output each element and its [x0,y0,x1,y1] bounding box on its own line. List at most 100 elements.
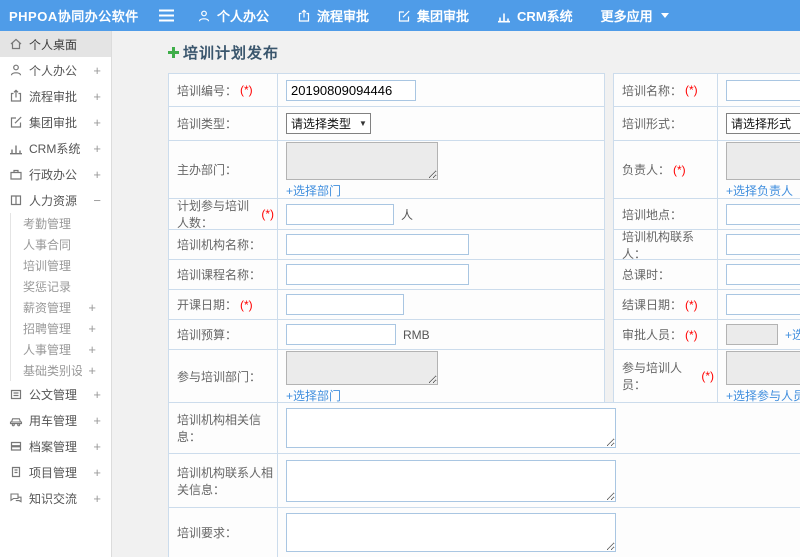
sidebar-item-base-category[interactable]: 基础类别设置+ [11,360,111,381]
sidebar-item-hr-contract[interactable]: 人事合同 [11,234,111,255]
select-join-people-link[interactable]: +选择参与人员 [726,387,800,404]
field-label: 培训名称： [622,83,683,98]
flow-export-icon [298,8,310,22]
training-no-input[interactable] [286,79,416,101]
sidebar-item-vehicle[interactable]: 用车管理 + [0,407,111,433]
car-icon [9,418,23,427]
form-row: 培训要求： [169,508,800,557]
start-date-input[interactable] [286,294,404,315]
sidebar-item-admin-office[interactable]: 行政办公 + [0,161,111,187]
topnav-label: 集团审批 [417,9,470,24]
sidebar-item-recruit[interactable]: 招聘管理 + [11,318,111,339]
org-contact-info-textarea[interactable] [286,459,616,502]
user-icon [198,10,210,21]
join-depts-textarea[interactable] [286,350,438,385]
topnav-workflow-approval[interactable]: 流程审批 [297,6,369,25]
planned-count-input[interactable] [286,203,394,225]
sidebar-item-hr[interactable]: 人力资源 − [0,187,111,213]
expand-plus-icon: + [88,321,96,336]
field-label: 参与培训部门： [177,369,262,384]
field-label: 负责人： [622,163,671,177]
training-name-input[interactable] [726,79,800,101]
leader-textarea[interactable] [726,142,800,180]
expand-plus-icon: + [93,166,101,182]
field-label: 结课日期： [622,298,683,312]
field-label: 培训机构联系人： [622,229,695,261]
sidebar-item-workflow-approval[interactable]: 流程审批 + [0,83,111,109]
org-contact-input[interactable] [726,234,800,255]
chat-icon [10,493,22,503]
required-marker: (*) [685,83,698,97]
edit-square-icon [398,10,410,22]
sidebar-item-personnel[interactable]: 人事管理 + [11,339,111,360]
select-dept-link[interactable]: +选择部门 [286,182,341,199]
expand-plus-icon: + [93,114,101,130]
form-row: 参与培训部门： +选择部门 [169,350,604,404]
total-hours-input[interactable] [726,264,800,285]
form-row: 培训地点： [614,199,800,230]
sidebar-item-salary[interactable]: 薪资管理 + [11,297,111,318]
form-row: 培训机构联系人相关信息： [169,454,800,508]
field-label: 培训预算： [177,328,238,342]
sidebar-item-archive[interactable]: 档案管理 + [0,433,111,459]
host-dept-textarea[interactable] [286,142,438,180]
form-row: 结课日期： (*) [614,290,800,320]
collapse-minus-icon: − [93,192,101,208]
sidebar-item-crm[interactable]: CRM系统 + [0,135,111,161]
expand-plus-icon: + [93,88,101,104]
user-icon [10,64,22,76]
sidebar-item-project[interactable]: 项目管理 + [0,459,111,485]
approver-box[interactable] [726,324,778,345]
course-name-input[interactable] [286,264,469,285]
sidebar-item-personal-office[interactable]: 个人办公 + [0,57,111,83]
expand-plus-icon: + [93,62,101,78]
expand-plus-icon: + [93,490,101,506]
field-label: 主办部门： [177,163,238,177]
requirements-textarea[interactable] [286,513,616,552]
training-type-select[interactable]: 请选择类型 ▼ [286,113,371,134]
sidebar-item-attendance[interactable]: 考勤管理 [11,213,111,234]
top-nav: 个人办公 流程审批 集团审批 CRM系统 更多应用 [197,6,669,25]
select-leader-link[interactable]: +选择负责人 [726,182,793,199]
field-label: 计划参与培训人数： [177,199,250,230]
org-info-textarea[interactable] [286,408,616,448]
book-icon [10,195,22,206]
field-label: 培训要求： [177,526,238,540]
bar-chart-icon [10,145,22,155]
topnav-more-apps[interactable]: 更多应用 [601,6,669,25]
required-marker: (*) [240,83,253,97]
form-table-left: 培训编号：(*) 培训类型： 请选择类型▼ 主办部门： +选择部门 [168,73,605,403]
sidebar-item-official-doc[interactable]: 公文管理 + [0,381,111,407]
required-marker: (*) [701,369,714,383]
sidebar: 个人桌面 个人办公 + 流程审批 + 集团审批 + CRM系统 + 行政办公 +… [0,31,112,557]
select-approver-link[interactable]: +选择审批人员 [785,326,800,343]
sidebar-item-knowledge[interactable]: 知识交流 + [0,485,111,511]
caret-down-icon: ▼ [359,119,367,128]
unit-suffix: RMB [403,327,430,342]
field-label: 培训形式： [622,117,683,131]
end-date-input[interactable] [726,294,800,315]
expand-plus-icon: + [88,363,96,378]
location-input[interactable] [726,203,800,225]
form-row: 参与培训人员： (*) +选择参与人员 [614,350,800,404]
budget-input[interactable] [286,324,396,345]
topnav-personal-office[interactable]: 个人办公 [197,6,269,25]
sidebar-item-personal-desktop[interactable]: 个人桌面 [0,31,111,57]
form-row: 培训课程名称： [169,260,604,290]
join-people-textarea[interactable] [726,350,800,385]
expand-plus-icon: + [93,386,101,402]
form-row: 计划参与培训人数： (*) 人 [169,199,604,230]
field-label: 培训课程名称： [177,268,262,282]
sidebar-item-group-approval[interactable]: 集团审批 + [0,109,111,135]
edit-square-icon [10,116,22,128]
topnav-group-approval[interactable]: 集团审批 [397,6,469,25]
training-mode-select[interactable]: 请选择形式▼ [726,113,800,134]
expand-plus-icon: + [93,412,101,428]
sidebar-item-reward-punish[interactable]: 奖惩记录 [11,276,111,297]
select-dept-link[interactable]: +选择部门 [286,387,341,404]
topnav-crm[interactable]: CRM系统 [497,6,573,25]
flow-export-icon [10,89,22,102]
menu-icon[interactable] [158,9,175,22]
org-name-input[interactable] [286,234,469,255]
sidebar-item-training-mgmt[interactable]: 培训管理 [11,255,111,276]
